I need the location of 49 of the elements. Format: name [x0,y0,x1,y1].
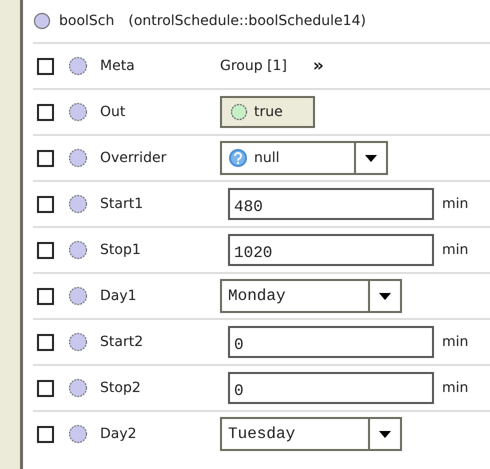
slot-icon [68,286,88,306]
slot-icon [68,332,88,352]
property-label: Meta [100,58,136,74]
checkbox[interactable] [37,104,54,120]
input-field[interactable]: 480 [228,188,434,220]
checkbox[interactable] [37,288,54,304]
slot-icon [68,56,88,76]
slot-icon [68,424,88,444]
day-dropdown[interactable]: Tuesday [220,417,402,451]
unit-label: min [442,242,468,258]
slot-icon [68,378,88,398]
property-label: Stop2 [100,380,142,396]
component-name: boolSch [59,13,114,29]
property-label: Overrider [100,150,168,166]
help-icon [228,148,248,168]
unit-label: min [442,196,468,212]
input-field[interactable]: 1020 [228,234,434,266]
value-dropdown[interactable]: null [220,141,388,175]
day-dropdown[interactable]: Monday [220,279,402,313]
value-button[interactable]: true [220,96,315,128]
group-value: Group [1] [220,58,287,74]
property-label: Start2 [100,334,144,350]
caret-icon [379,292,391,300]
property-label: Day1 [100,288,138,304]
checkbox[interactable] [37,242,54,258]
status-icon [230,103,248,121]
input-field[interactable]: 0 [228,372,434,404]
checkbox[interactable] [37,58,54,74]
property-label: Start1 [100,196,144,212]
checkbox[interactable] [37,380,54,396]
checkbox[interactable] [37,334,54,350]
property-label: Stop1 [100,242,142,258]
slot-icon [68,102,88,122]
component-icon [33,12,51,30]
expand-button[interactable]: » [312,56,324,76]
slot-icon [68,194,88,214]
checkbox[interactable] [37,196,54,212]
unit-label: min [442,334,468,350]
property-label: Out [100,104,126,120]
input-field[interactable]: 0 [228,326,434,358]
component-type: (ontrolSchedule::boolSchedule14) [128,13,366,29]
checkbox[interactable] [37,426,54,442]
slot-icon [68,148,88,168]
checkbox[interactable] [37,150,54,166]
slot-icon [68,240,88,260]
caret-icon [365,154,377,162]
caret-icon [379,430,391,438]
property-label: Day2 [100,426,138,442]
unit-label: min [442,380,468,396]
